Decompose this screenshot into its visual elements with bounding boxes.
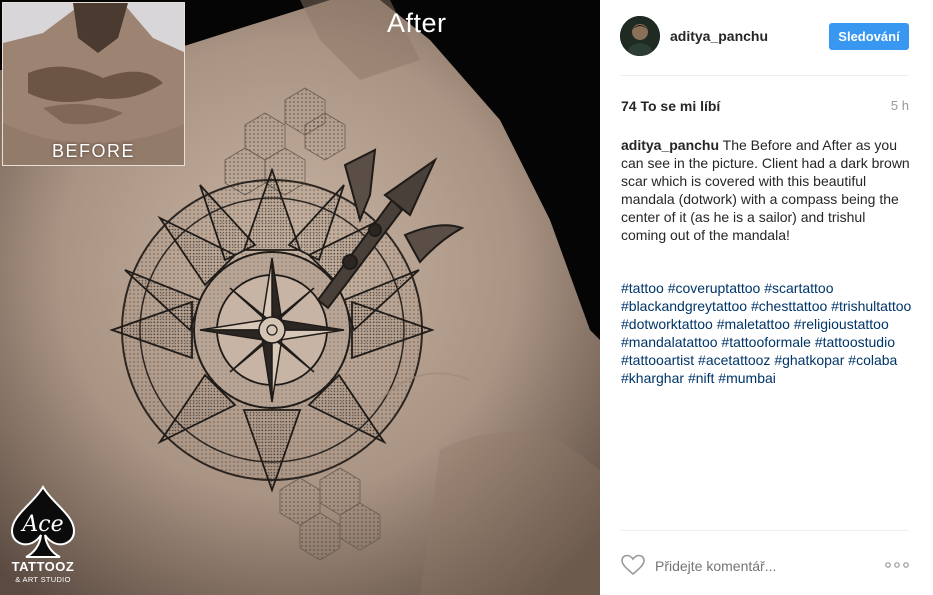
hashtag-link[interactable]: #religioustattoo <box>794 316 889 332</box>
hashtag-link[interactable]: #ghatkopar <box>774 352 844 368</box>
hashtag-link[interactable]: #trishultattoo <box>831 298 911 314</box>
hashtag-link[interactable]: #kharghar <box>621 370 684 386</box>
follow-button[interactable]: Sledování <box>829 23 909 50</box>
hashtag-link[interactable]: #maletattoo <box>717 316 790 332</box>
post-timestamp[interactable]: 5 h <box>891 98 909 113</box>
more-options-icon[interactable] <box>883 556 911 574</box>
hashtag-link[interactable]: #colaba <box>848 352 897 368</box>
caption-username-link[interactable]: aditya_panchu <box>621 137 719 153</box>
hashtag-link[interactable]: #tattoo <box>621 280 664 296</box>
hashtag-link[interactable]: #chesttattoo <box>751 298 827 314</box>
header-divider <box>621 75 909 76</box>
hashtag-link[interactable]: #mumbai <box>718 370 776 386</box>
hashtag-link[interactable]: #scartattoo <box>764 280 833 296</box>
logo-sub-text: & ART STUDIO <box>15 575 71 584</box>
hashtag-link[interactable]: #nift <box>688 370 714 386</box>
user-avatar-icon <box>620 16 660 56</box>
spade-icon: Ace <box>10 484 76 558</box>
hashtag-link[interactable]: #blackandgreytattoo <box>621 298 747 314</box>
hashtag-list: #tattoo #coveruptattoo #scartattoo #blac… <box>621 279 913 387</box>
post-header: aditya_panchu Sledování <box>600 0 933 75</box>
comment-input[interactable] <box>655 556 855 576</box>
after-label: After <box>387 8 447 38</box>
heart-outline-icon[interactable] <box>621 554 645 576</box>
avatar[interactable] <box>620 16 660 56</box>
post-details-panel: aditya_panchu Sledování 74 To se mi líbí… <box>600 0 933 595</box>
studio-logo: Ace TATTOOZ & ART STUDIO <box>4 484 82 591</box>
hashtag-link[interactable]: #coveruptattoo <box>668 280 761 296</box>
username-link[interactable]: aditya_panchu <box>670 28 768 44</box>
post-photo[interactable]: After BEFORE Ace TATTOOZ & ART STUDIO <box>0 0 600 595</box>
hashtag-link[interactable]: #tattooartist <box>621 352 694 368</box>
post-caption: aditya_panchu The Before and After as yo… <box>621 136 913 244</box>
hashtag-link[interactable]: #dotworktattoo <box>621 316 713 332</box>
before-label: BEFORE <box>51 141 135 161</box>
hashtag-link[interactable]: #tattoostudio <box>815 334 895 350</box>
logo-script-text: Ace <box>20 512 63 537</box>
likes-count[interactable]: 74 To se mi líbí <box>621 98 720 114</box>
hashtag-link[interactable]: #tattooformale <box>721 334 811 350</box>
logo-main-text: TATTOOZ <box>11 559 75 574</box>
footer-divider <box>621 530 909 531</box>
hashtag-link[interactable]: #acetattooz <box>698 352 770 368</box>
hashtag-link[interactable]: #mandalatattoo <box>621 334 718 350</box>
before-inset-photo: BEFORE <box>2 2 185 166</box>
